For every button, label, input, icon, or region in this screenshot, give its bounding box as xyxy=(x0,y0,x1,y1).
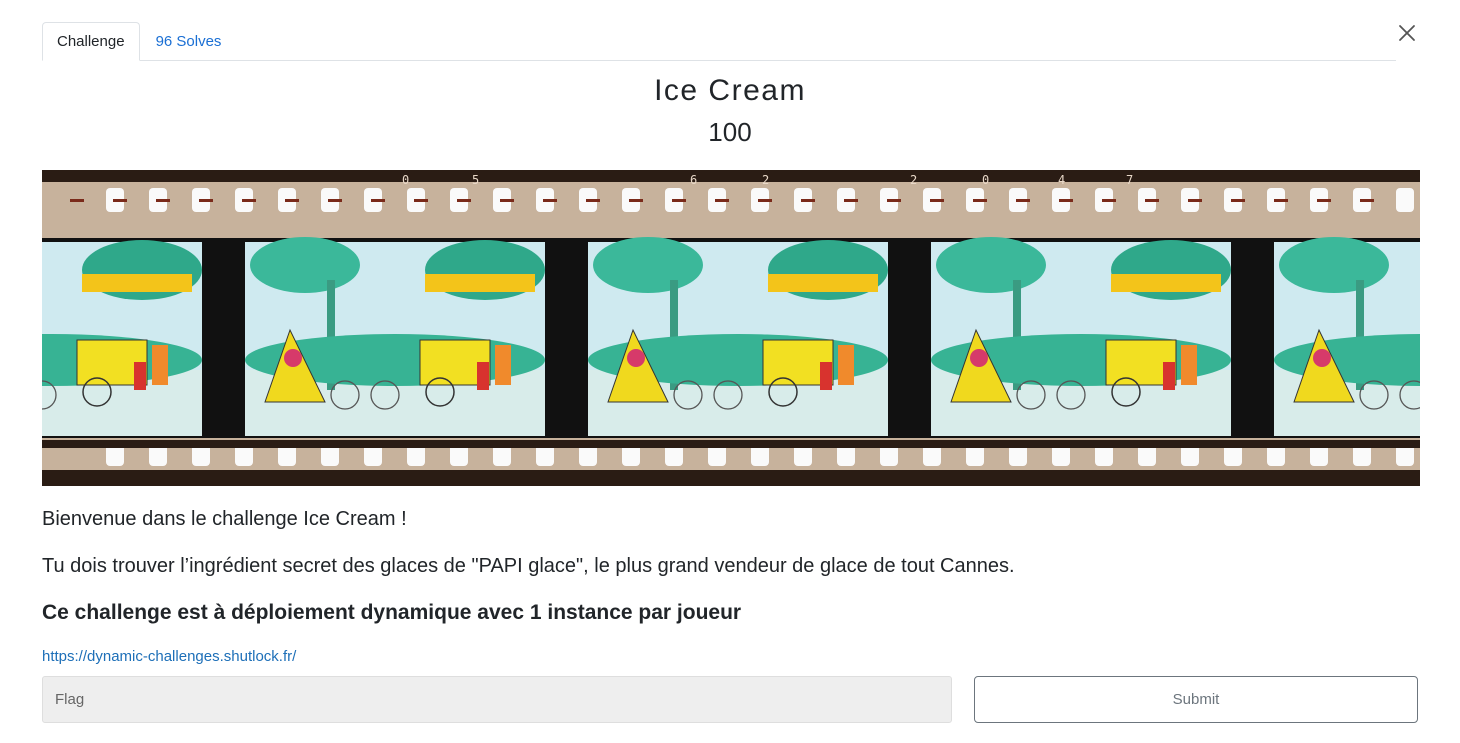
challenge-value: 100 xyxy=(708,117,752,147)
edge-number: 6 xyxy=(690,173,697,187)
film-frame xyxy=(42,240,202,436)
edge-number: 4 xyxy=(1058,173,1065,187)
sprocket-hole xyxy=(1396,188,1414,212)
instance-link[interactable]: https://dynamic-challenges.shutlock.fr/ xyxy=(42,648,296,665)
edge-number: 5 xyxy=(472,173,479,187)
tab-solves[interactable]: 96 Solves xyxy=(140,22,236,61)
challenge-image: 0 5 6 2 2 0 4 7 xyxy=(42,170,1420,486)
edge-number: 2 xyxy=(910,173,917,187)
edge-number: 2 xyxy=(762,173,769,187)
film-frame xyxy=(588,237,888,436)
deployment-note: Ce challenge est à déploiement dynamique… xyxy=(42,601,742,624)
description-task: Tu dois trouver l’ingrédient secret des … xyxy=(42,555,1015,577)
film-frame xyxy=(1274,237,1420,436)
edge-number: 7 xyxy=(1126,173,1133,187)
flag-input[interactable] xyxy=(42,676,952,723)
description-intro: Bienvenue dans le challenge Ice Cream ! xyxy=(42,508,407,530)
submit-button[interactable]: Submit xyxy=(974,676,1418,723)
edge-number: 0 xyxy=(982,173,989,187)
close-button[interactable] xyxy=(1394,20,1420,46)
film-frame xyxy=(245,237,545,436)
close-icon xyxy=(1399,25,1415,41)
challenge-tabs: Challenge 96 Solves xyxy=(42,22,1396,61)
film-frame xyxy=(931,237,1231,436)
edge-number: 0 xyxy=(402,173,409,187)
challenge-name: Ice Cream xyxy=(654,74,806,107)
tab-challenge[interactable]: Challenge xyxy=(42,22,140,61)
